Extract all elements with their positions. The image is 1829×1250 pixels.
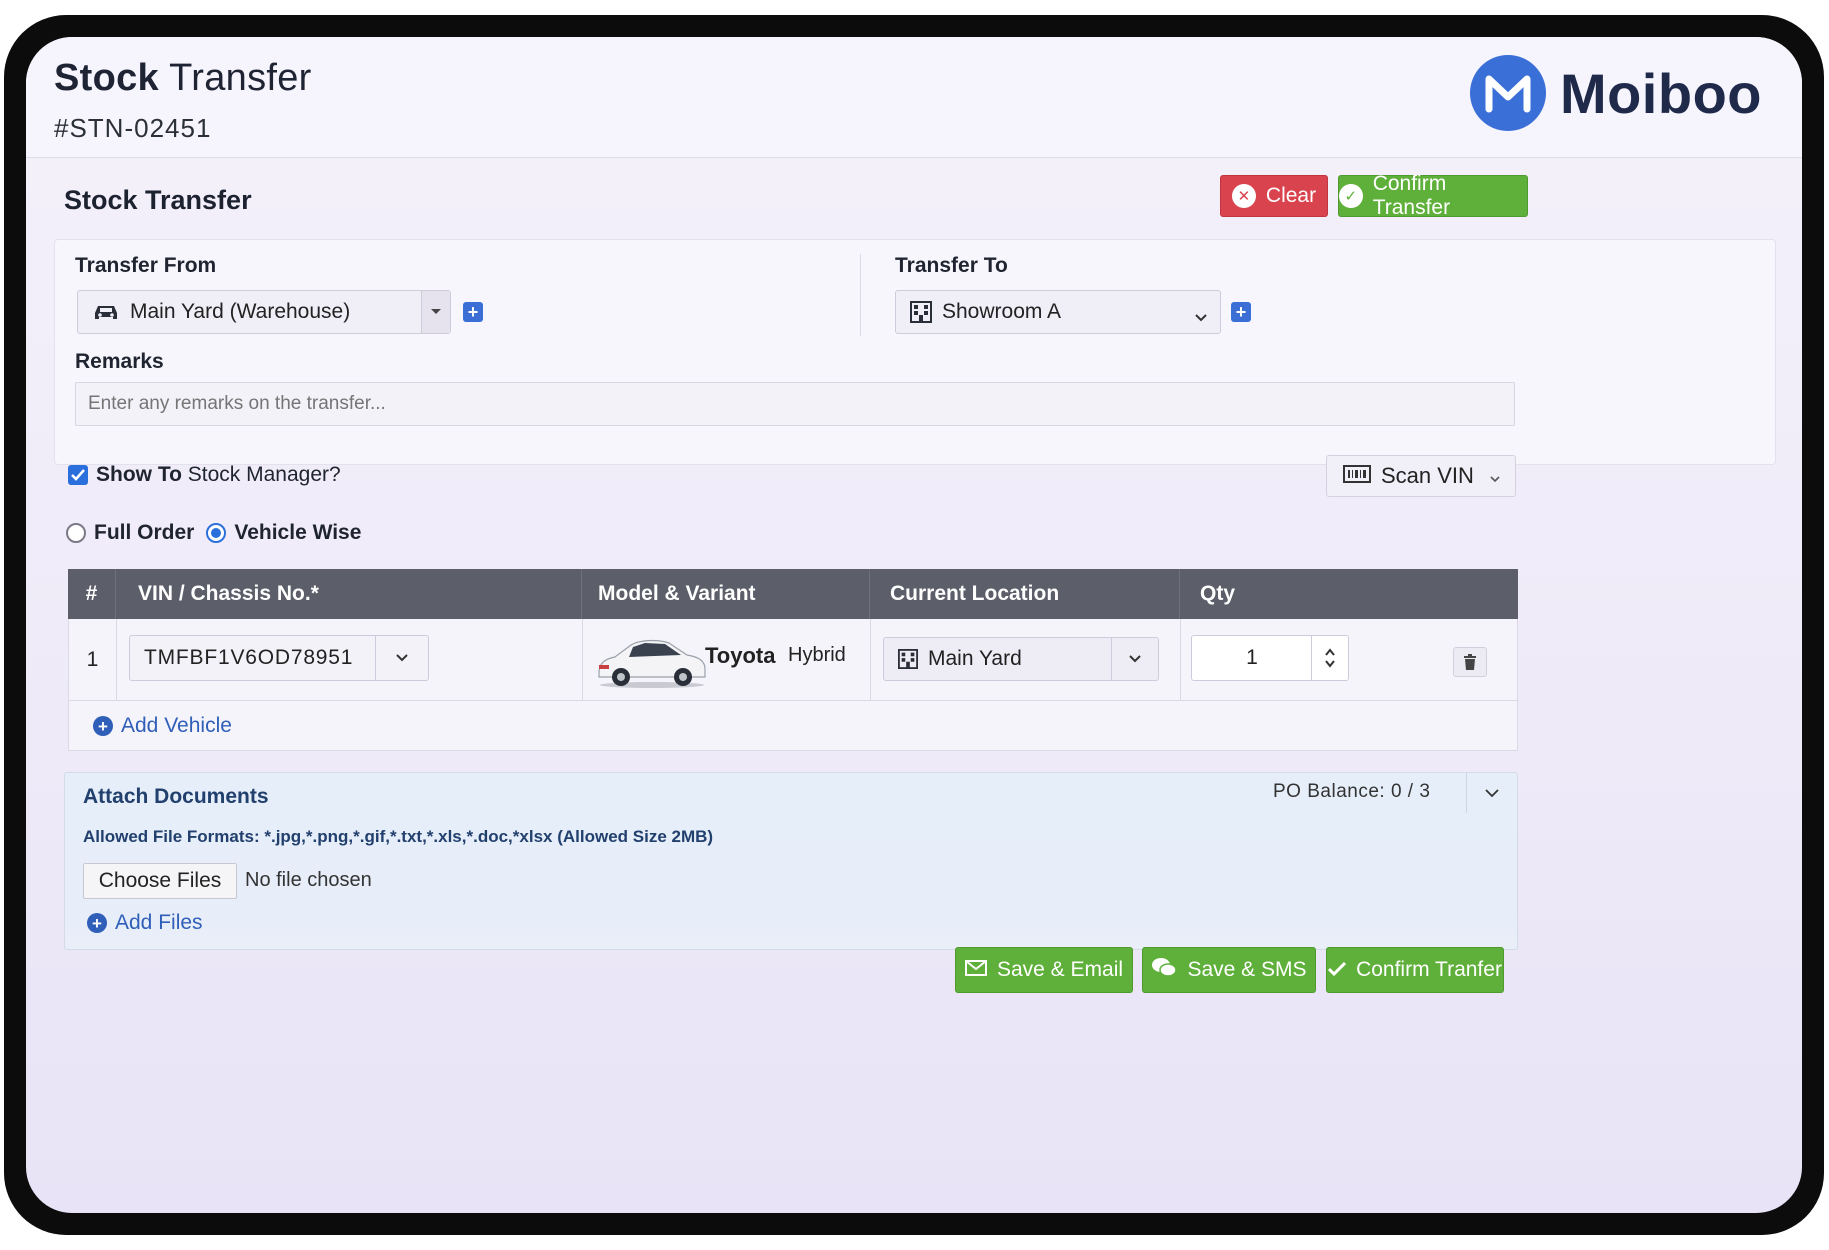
vin-value: TMFBF1V6OD78951 — [144, 646, 354, 669]
clear-button-label: Clear — [1265, 184, 1317, 207]
col-header-vin: VIN / Chassis No.* — [116, 569, 582, 619]
attach-documents-section: Attach Documents PO Balance: 0 / 3 Allow… — [64, 772, 1518, 950]
confirm-transfer-footer-label: Confirm Tranfer — [1356, 958, 1502, 981]
confirm-transfer-label: Confirm Transfer — [1372, 172, 1451, 219]
variant-name: Hybrid — [788, 644, 846, 666]
save-sms-button[interactable]: Save & SMS — [1142, 947, 1316, 993]
vehicle-wise-label[interactable]: Vehicle Wise — [234, 521, 361, 545]
row-index: 1 — [69, 619, 117, 700]
show-to-manager-bold: Show To — [96, 463, 182, 486]
chevron-down-icon — [1490, 463, 1500, 489]
building-icon — [898, 649, 918, 669]
add-files-label: Add Files — [115, 911, 203, 934]
add-vehicle-label: Add Vehicle — [121, 714, 232, 737]
building-icon — [910, 301, 932, 323]
transfer-form-card: Transfer From Main Yard (Warehouse) + Tr… — [54, 239, 1776, 465]
transfer-from-value: Main Yard (Warehouse) — [130, 300, 351, 323]
check-circle-icon: ✓ — [1339, 184, 1363, 208]
add-from-location-icon[interactable]: + — [463, 302, 483, 322]
table-row: 1 TMFBF1V6OD78951 Toyota Hybrid Main Yar… — [68, 619, 1518, 701]
transfer-from-label: Transfer From — [75, 254, 217, 277]
page-title: Stock Transfer — [54, 57, 312, 100]
col-header-location: Current Location — [870, 569, 1180, 619]
chevron-down-icon[interactable] — [1194, 305, 1208, 329]
panel-title: Stock Transfer — [64, 185, 252, 215]
transfer-to-label: Transfer To — [895, 254, 1008, 277]
order-number: #STN-02451 — [54, 113, 212, 143]
save-email-button[interactable]: Save & Email — [955, 947, 1133, 993]
qty-value: 1 — [1246, 646, 1258, 669]
brand-mark-icon — [1469, 55, 1546, 131]
brand-name: Moiboo — [1559, 61, 1762, 125]
vehicle-table: # VIN / Chassis No.* Model & Variant Cur… — [68, 569, 1518, 751]
save-email-label: Save & Email — [996, 958, 1124, 981]
allowed-formats: Allowed File Formats: *.jpg,*.png,*.gif,… — [83, 827, 714, 846]
location-value: Main Yard — [928, 647, 1022, 670]
vin-select[interactable]: TMFBF1V6OD78951 — [129, 635, 429, 681]
add-to-location-icon[interactable]: + — [1231, 302, 1251, 322]
vin-cell: TMFBF1V6OD78951 — [117, 619, 583, 700]
brand-logo[interactable]: Moiboo — [1469, 55, 1762, 131]
po-balance-toggle[interactable] — [1466, 773, 1517, 813]
check-icon — [1328, 958, 1347, 982]
add-vehicle-link[interactable]: + Add Vehicle — [93, 714, 232, 738]
remarks-label: Remarks — [75, 350, 164, 373]
transfer-to-select[interactable]: Showroom A — [895, 290, 1221, 334]
envelope-icon — [964, 958, 987, 982]
table-header: # VIN / Chassis No.* Model & Variant Cur… — [68, 569, 1518, 619]
chevron-down-icon[interactable] — [1111, 638, 1158, 680]
clear-button[interactable]: ✕ Clear — [1220, 175, 1328, 217]
transfer-to-value: Showroom A — [942, 300, 1062, 323]
app-screen: Stock Transfer #STN-02451 Moiboo Stock T… — [26, 37, 1802, 1213]
barcode-icon — [1343, 463, 1371, 489]
col-header-qty: Qty — [1200, 582, 1236, 605]
vehicle-wise-radio[interactable] — [206, 523, 227, 543]
show-to-manager-rest: Stock Manager? — [181, 463, 341, 486]
save-sms-label: Save & SMS — [1187, 958, 1307, 981]
location-select[interactable]: Main Yard — [883, 637, 1159, 681]
car-image — [595, 635, 709, 695]
page-title-rest: Transfer — [158, 57, 312, 99]
show-to-manager-checkbox[interactable] — [68, 465, 88, 485]
chat-bubbles-icon — [1151, 957, 1178, 983]
attach-documents-title: Attach Documents — [83, 785, 269, 808]
qty-cell: 1 — [1181, 619, 1519, 700]
model-cell: Toyota Hybrid — [583, 619, 871, 700]
app-header: Stock Transfer #STN-02451 Moiboo — [26, 37, 1802, 158]
full-order-radio[interactable] — [66, 523, 86, 543]
po-balance: PO Balance: 0 / 3 — [1273, 781, 1431, 802]
transfer-from-select[interactable]: Main Yard (Warehouse) — [77, 290, 451, 334]
confirm-transfer-footer-button[interactable]: Confirm Tranfer — [1326, 947, 1504, 993]
trash-icon — [1464, 654, 1476, 670]
car-icon — [92, 302, 120, 322]
column-divider — [860, 254, 861, 336]
col-header-model: Model & Variant — [582, 569, 870, 619]
plus-circle-icon: + — [93, 716, 113, 736]
scan-vin-label: Scan VIN — [1381, 463, 1474, 488]
full-order-label[interactable]: Full Order — [94, 521, 194, 545]
chevron-down-icon[interactable] — [375, 636, 428, 680]
plus-circle-icon: + — [87, 913, 107, 933]
confirm-transfer-button[interactable]: ✓ Confirm Transfer — [1338, 172, 1528, 219]
stepper-arrows-icon[interactable] — [1311, 636, 1348, 680]
add-vehicle-row: + Add Vehicle — [68, 701, 1518, 751]
chevron-down-icon — [1485, 789, 1499, 798]
choose-files-button[interactable]: Choose Files — [83, 863, 237, 899]
delete-row-button[interactable] — [1453, 647, 1487, 677]
stock-transfer-panel: Stock Transfer ✕ Clear ✓ Confirm Transfe… — [54, 167, 1776, 1187]
col-header-index: # — [68, 569, 116, 619]
show-to-manager-label[interactable]: Show To Stock Manager? — [96, 463, 341, 487]
page-title-bold: Stock — [54, 57, 159, 99]
close-circle-icon: ✕ — [1231, 184, 1256, 208]
quantity-stepper[interactable]: 1 — [1191, 635, 1349, 681]
location-cell: Main Yard — [871, 619, 1181, 700]
chevron-down-icon[interactable] — [421, 291, 450, 333]
remarks-input[interactable] — [75, 382, 1515, 426]
scan-vin-button[interactable]: Scan VIN — [1326, 455, 1516, 497]
model-name: Toyota — [705, 643, 776, 668]
add-files-link[interactable]: + Add Files — [87, 911, 203, 935]
no-file-text: No file chosen — [245, 869, 372, 891]
order-mode-radio-group: Full Order Vehicle Wise — [66, 521, 361, 545]
